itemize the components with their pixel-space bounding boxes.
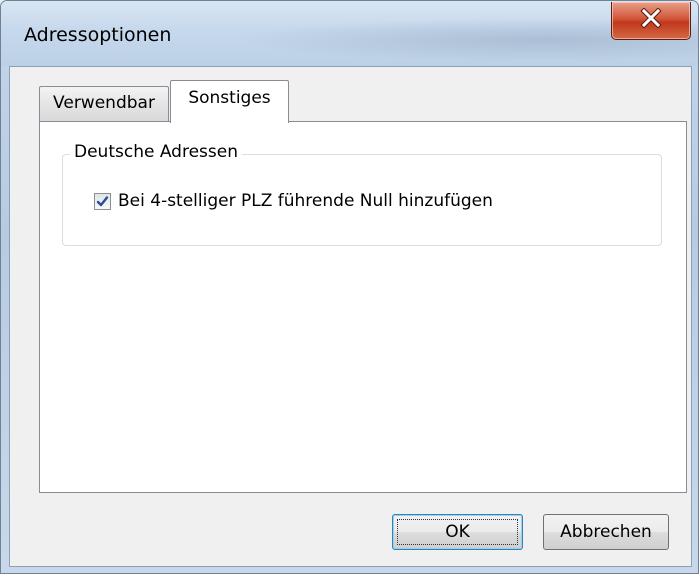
title-bar[interactable]: Adressoptionen (1, 1, 698, 66)
dialog-window: Adressoptionen Verwendbar Sonstiges Deut… (0, 0, 699, 574)
tab-sonstiges[interactable]: Sonstiges (170, 80, 289, 123)
tab-verwendbar[interactable]: Verwendbar (39, 86, 169, 121)
checkmark-icon (96, 195, 109, 206)
close-button[interactable] (611, 2, 691, 40)
window-title: Adressoptionen (24, 24, 172, 46)
groupbox-label: Deutsche Adressen (70, 142, 242, 162)
dialog-client-area: Verwendbar Sonstiges Deutsche Adressen B… (9, 66, 692, 567)
leading-zero-checkbox[interactable] (94, 192, 111, 210)
cancel-button-label: Abbrechen (560, 522, 652, 542)
groupbox-deutsche-adressen: Deutsche Adressen Bei 4-stelliger PLZ fü… (62, 142, 662, 246)
cancel-button[interactable]: Abbrechen (543, 514, 669, 550)
leading-zero-checkbox-label: Bei 4-stelliger PLZ führende Null hinzuf… (118, 191, 493, 211)
leading-zero-checkbox-row[interactable]: Bei 4-stelliger PLZ führende Null hinzuf… (94, 191, 493, 211)
ok-button[interactable]: OK (392, 514, 523, 550)
close-x-icon (640, 7, 662, 33)
focus-rectangle (397, 519, 518, 545)
tab-label: Verwendbar (53, 93, 155, 113)
tab-panel-sonstiges: Deutsche Adressen Bei 4-stelliger PLZ fü… (39, 121, 687, 493)
tab-label: Sonstiges (188, 88, 271, 108)
